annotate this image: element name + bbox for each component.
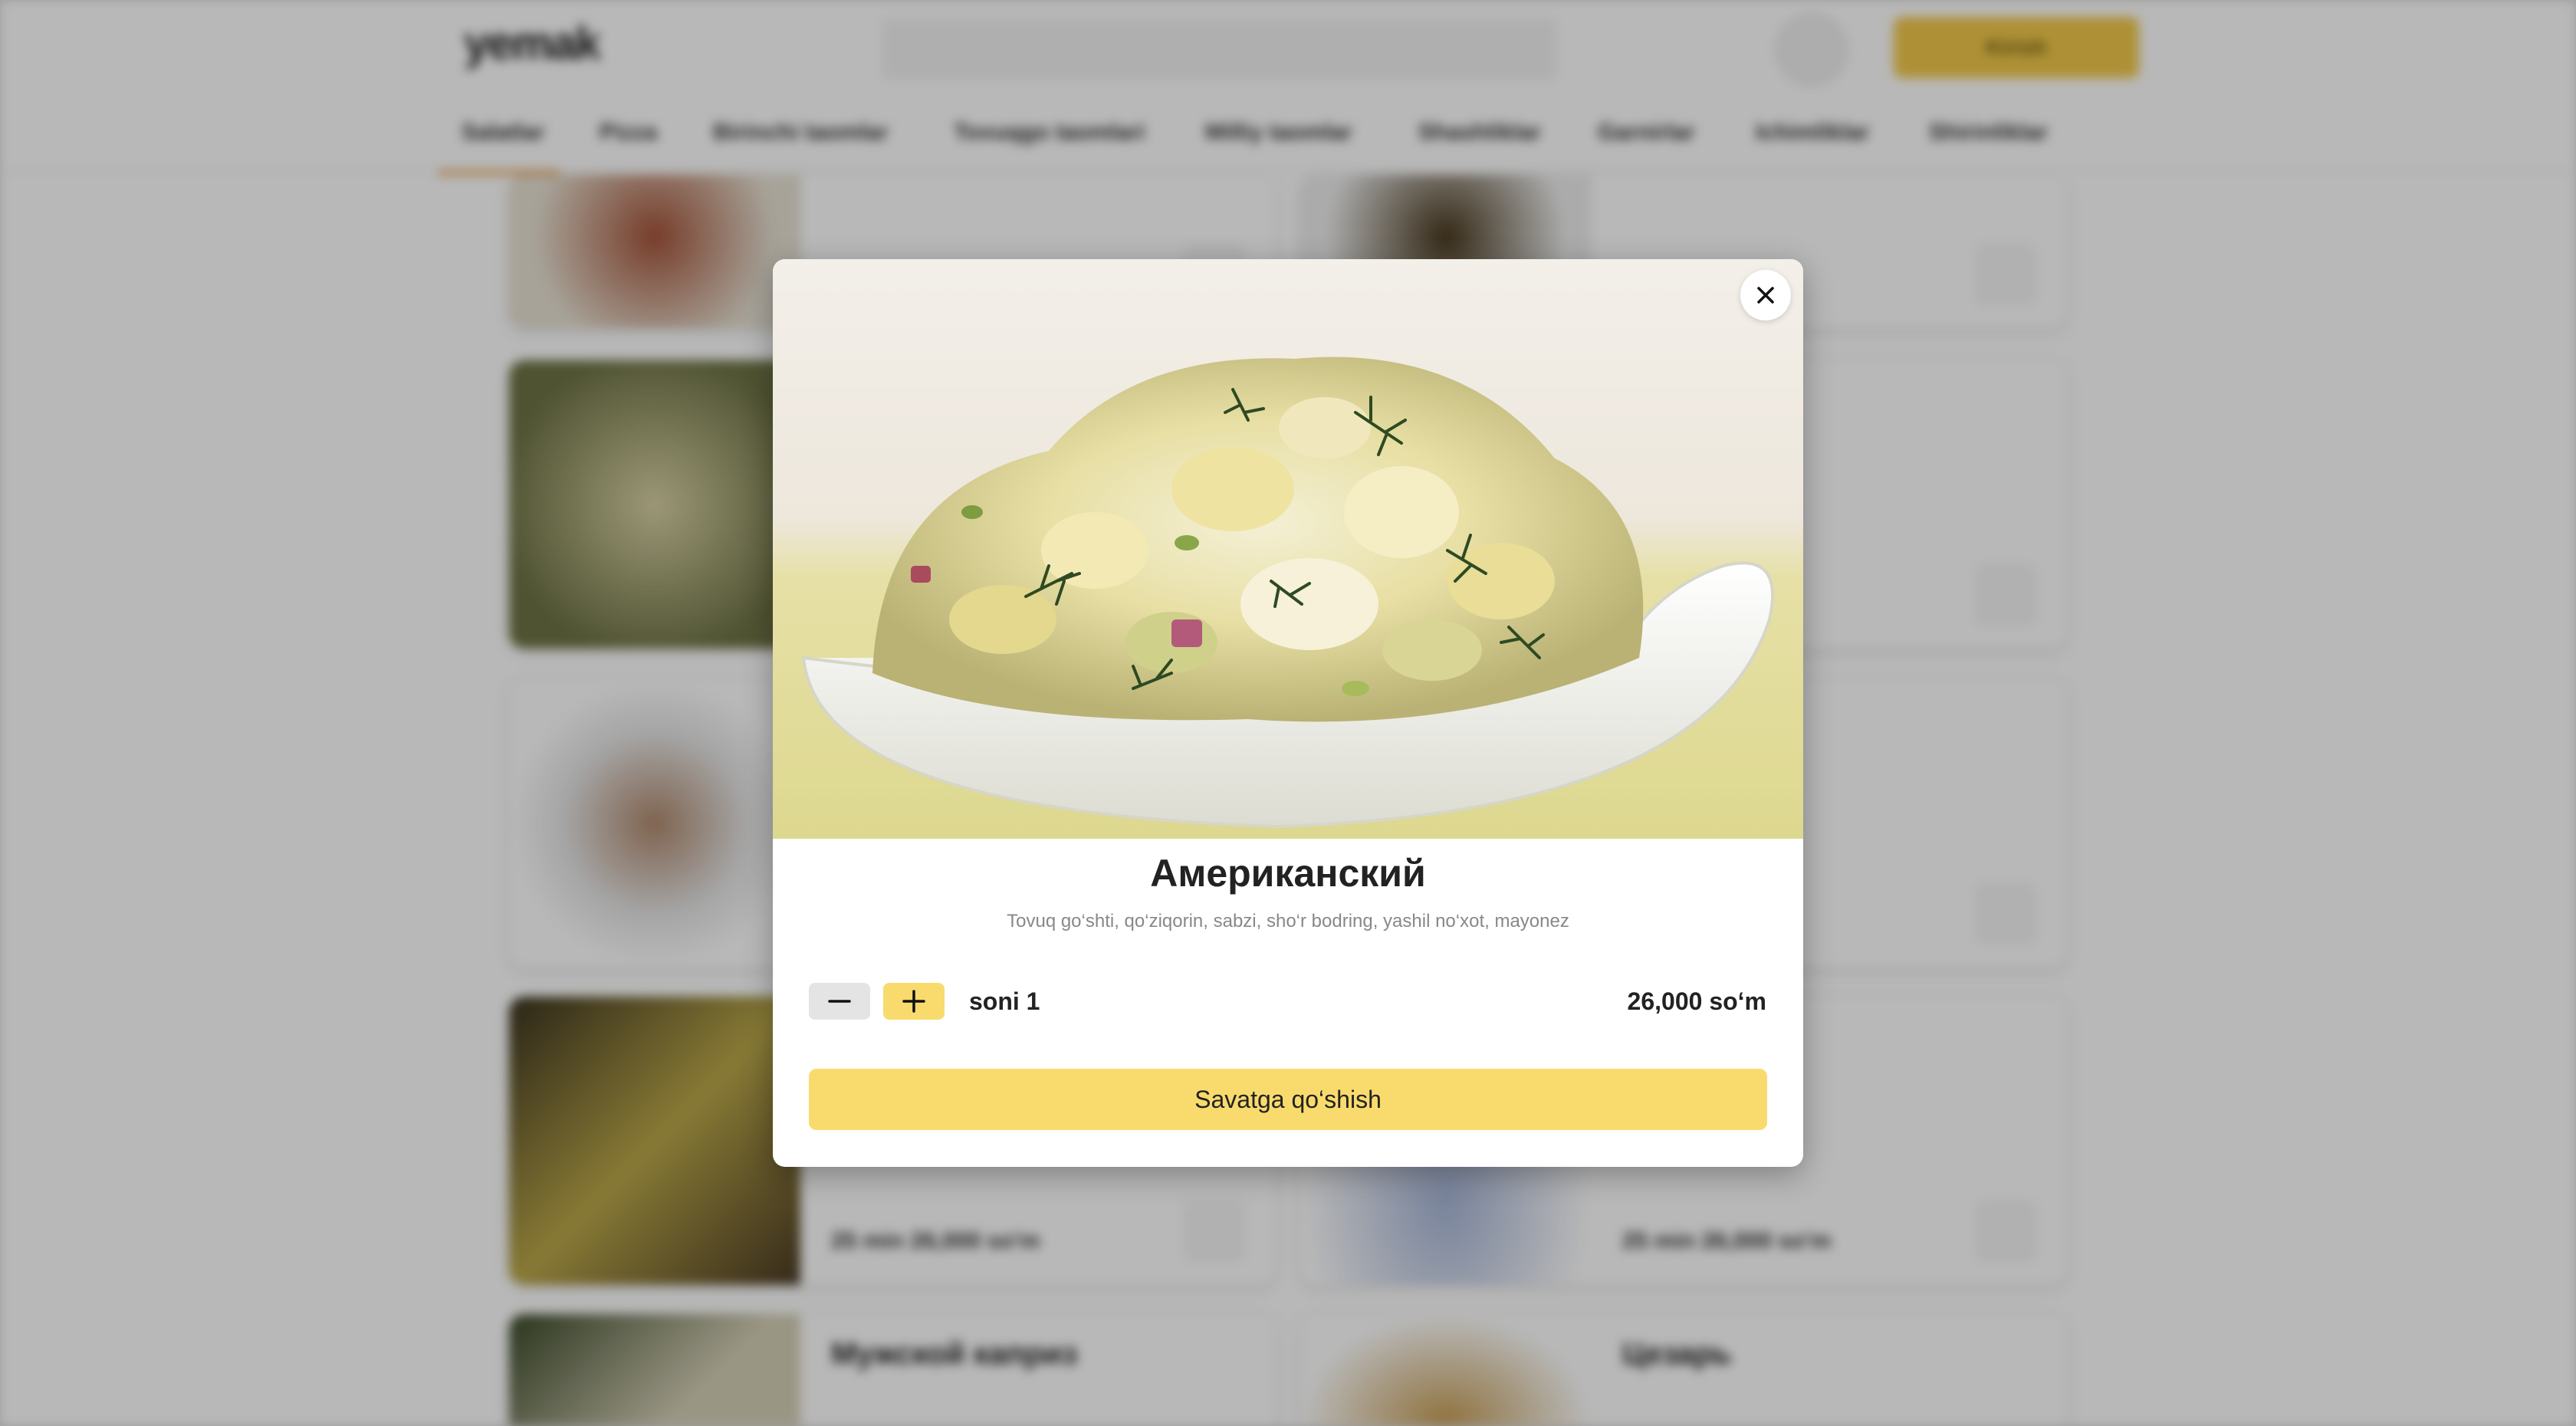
quantity-value: 1 bbox=[1026, 987, 1040, 1015]
plus-icon bbox=[902, 990, 925, 1013]
minus-icon bbox=[828, 1000, 851, 1003]
dish-title: Американский bbox=[1150, 852, 1426, 895]
add-to-cart-button[interactable]: Savatga qo‘shish bbox=[809, 1069, 1767, 1130]
dish-photo bbox=[773, 259, 1803, 839]
close-button[interactable] bbox=[1740, 270, 1791, 320]
product-modal: Американский Tovuq go‘shti, qo‘ziqorin, … bbox=[773, 259, 1803, 1167]
quantity-display: soni 1 bbox=[969, 984, 1040, 1018]
dish-description: Tovuq go‘shti, qo‘ziqorin, sabzi, sho‘r … bbox=[1007, 911, 1569, 932]
increase-quantity-button[interactable] bbox=[883, 983, 945, 1020]
dish-price: 26,000 so‘m bbox=[1627, 987, 1766, 1015]
close-icon bbox=[1757, 287, 1774, 304]
quantity-prefix: soni bbox=[969, 987, 1020, 1015]
decrease-quantity-button[interactable] bbox=[809, 983, 870, 1020]
